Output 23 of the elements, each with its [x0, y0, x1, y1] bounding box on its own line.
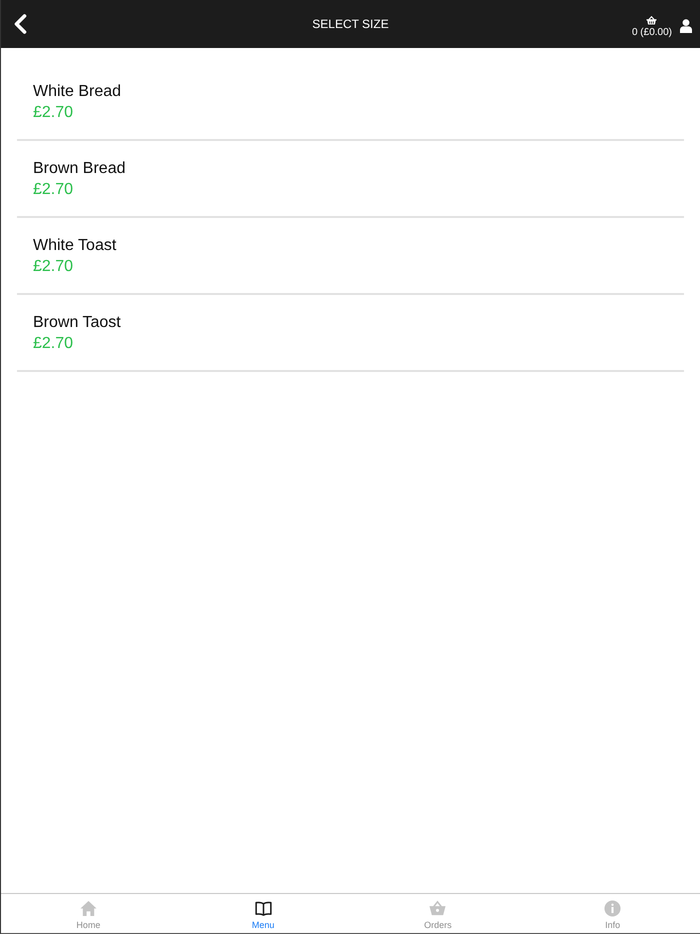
option-name: Brown Taost	[33, 313, 121, 333]
basket-icon	[646, 16, 658, 25]
size-option[interactable]: Brown Taost £2.70	[17, 295, 684, 372]
home-icon	[80, 900, 97, 916]
option-price: £2.70	[33, 257, 74, 277]
option-price: £2.70	[33, 180, 74, 200]
tab-bar-item[interactable]: Menu	[242, 894, 284, 933]
cart-button[interactable]: 0 (£0.00)	[632, 16, 672, 38]
option-name: White Bread	[33, 82, 122, 102]
option-price: £2.70	[33, 334, 74, 354]
person-icon	[680, 19, 692, 33]
size-option[interactable]: Brown Bread £2.70	[17, 141, 684, 218]
chevron-left-icon	[13, 14, 27, 34]
basket-icon	[429, 900, 446, 916]
info-icon	[604, 900, 622, 916]
option-price: £2.70	[33, 103, 74, 123]
size-option[interactable]: White Bread £2.70	[17, 64, 684, 141]
account-button[interactable]	[680, 19, 692, 33]
page-title: SELECT SIZE	[312, 17, 389, 31]
size-option[interactable]: White Toast £2.70	[17, 218, 684, 295]
open-book-icon	[254, 900, 272, 916]
option-name: Brown Bread	[33, 159, 126, 179]
option-name: White Toast	[33, 236, 116, 256]
